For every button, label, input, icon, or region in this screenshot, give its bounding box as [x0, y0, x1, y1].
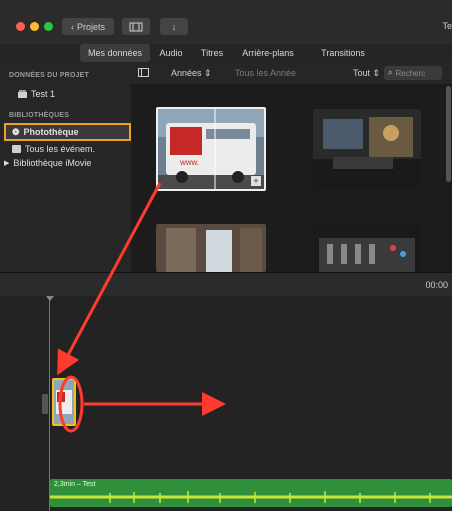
disclosure-icon[interactable]: ▶	[4, 159, 9, 167]
projects-back-label: Projets	[76, 21, 105, 32]
zoom-window-button[interactable]	[44, 22, 53, 31]
minimize-window-button[interactable]	[30, 22, 39, 31]
window-title: Te	[442, 21, 452, 31]
years-dropdown[interactable]: Années ⇕	[171, 68, 212, 79]
svg-text:www.: www.	[179, 158, 199, 167]
browser-filter-bar: Années ⇕ Tous les Année Tout ⇕ ⌕ Recherc	[131, 62, 452, 84]
sidebar-project-label: Test 1	[31, 89, 56, 99]
clip-handle[interactable]	[42, 394, 48, 414]
sidebar-toggle-icon[interactable]	[138, 68, 149, 77]
project-data-header: DONNÉES DU PROJET	[9, 72, 90, 79]
years-label: Années	[171, 68, 202, 78]
film-icon	[129, 22, 143, 31]
timeline[interactable]: 2,3min – Test	[0, 296, 452, 511]
back-chevron-icon: ‹	[70, 21, 74, 32]
media-browser: Années ⇕ Tous les Année Tout ⇕ ⌕ Recherc…	[131, 62, 452, 272]
import-button[interactable]: ↓	[160, 18, 188, 35]
media-browser-toggle[interactable]	[122, 18, 150, 35]
clip-thumbnail	[54, 380, 74, 424]
audio-waveform	[50, 491, 452, 503]
playhead-marker	[46, 296, 54, 301]
sidebar-item-photos[interactable]: ❁ Photothèque	[4, 123, 131, 141]
add-icon[interactable]: +	[251, 176, 261, 186]
media-thumbnail[interactable]	[313, 224, 421, 272]
tab-transitions[interactable]: Transitions	[314, 44, 372, 62]
download-icon: ↓	[171, 21, 177, 32]
mixer-photo	[313, 224, 421, 272]
window-titlebar: ‹ Projets ↓ Te	[0, 0, 452, 44]
search-icon: ⌕	[388, 68, 393, 77]
media-thumbnail[interactable]	[156, 224, 266, 272]
photos-icon: ❁	[12, 126, 20, 137]
audio-track[interactable]: 2,3min – Test	[50, 479, 452, 507]
chevron-updown-icon: ⇕	[372, 68, 381, 78]
tab-titles[interactable]: Titres	[194, 44, 230, 62]
events-icon	[12, 145, 21, 153]
filter-dropdown[interactable]: Tout ⇕	[353, 68, 380, 79]
sidebar-item-project[interactable]: Test 1	[18, 89, 55, 99]
close-window-button[interactable]	[16, 22, 25, 31]
timeline-header: 00:00	[0, 272, 452, 296]
sidebar-item-imovie-library[interactable]: ▶ Bibliothèque iMovie	[4, 158, 91, 168]
search-placeholder: Recherc	[395, 68, 426, 78]
timeline-video-clip[interactable]	[52, 378, 76, 426]
room-photo	[156, 224, 266, 272]
filter-label: Tout	[353, 68, 371, 78]
search-field[interactable]: ⌕ Recherc	[384, 66, 442, 80]
timecode: 00:00	[425, 280, 448, 290]
media-thumbnail[interactable]	[313, 109, 421, 189]
sidebar-events-label: Tous les événem.	[25, 144, 96, 154]
breadcrumb-path[interactable]: Tous les Année	[235, 68, 296, 78]
browser-scrollbar[interactable]	[446, 86, 451, 182]
sidebar-imovie-label: Bibliothèque iMovie	[13, 158, 92, 168]
sidebar-item-all-events[interactable]: Tous les événem.	[12, 144, 95, 154]
chevron-updown-icon: ⇕	[204, 68, 212, 78]
projects-back-button[interactable]: ‹ Projets	[62, 18, 114, 35]
project-icon	[18, 90, 27, 98]
bus-photo: www.	[158, 109, 264, 189]
tab-backgrounds[interactable]: Arrière-plans	[234, 44, 302, 62]
studio-photo	[313, 109, 421, 189]
media-thumbnail[interactable]: www. +	[156, 107, 266, 191]
libraries-header: BIBLIOTHÈQUES	[9, 112, 70, 119]
sidebar-photos-label: Photothèque	[23, 127, 79, 137]
tab-my-media[interactable]: Mes données	[80, 44, 150, 62]
tab-audio[interactable]: Audio	[152, 44, 190, 62]
libraries-sidebar: DONNÉES DU PROJET Test 1 BIBLIOTHÈQUES ❁…	[0, 62, 131, 272]
content-tabs: Mes données Audio Titres Arrière-plans T…	[0, 44, 452, 62]
